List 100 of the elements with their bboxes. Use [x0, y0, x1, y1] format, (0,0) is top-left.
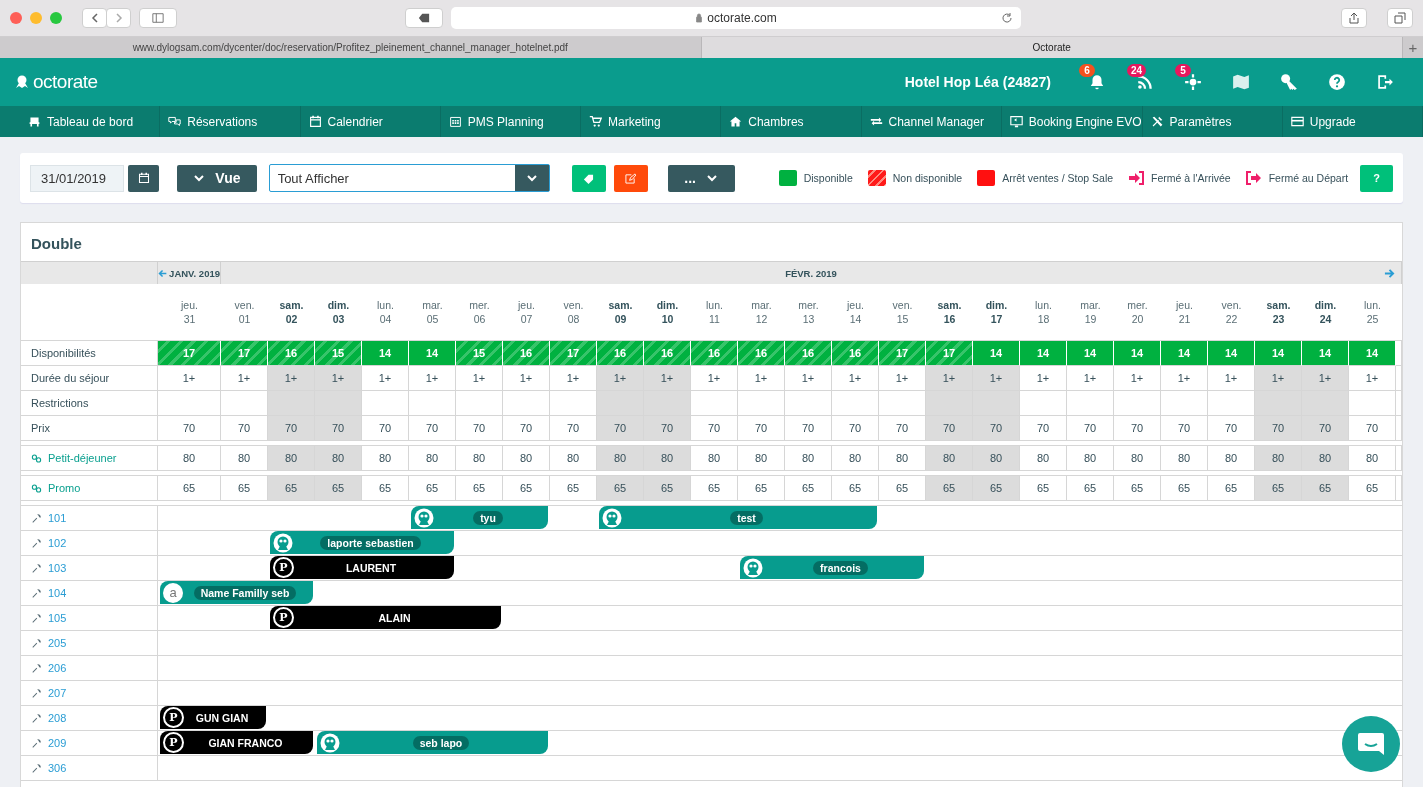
- table-cell[interactable]: 65: [1349, 476, 1396, 501]
- table-cell[interactable]: 65: [315, 476, 362, 501]
- row-label[interactable]: Petit-déjeuner: [48, 452, 117, 464]
- table-cell[interactable]: 80: [362, 446, 409, 471]
- wrench-icon[interactable]: [31, 562, 42, 574]
- table-cell[interactable]: 1+: [973, 366, 1020, 391]
- table-cell[interactable]: 65: [973, 476, 1020, 501]
- table-cell[interactable]: [1161, 391, 1208, 416]
- table-cell[interactable]: [158, 391, 221, 416]
- new-tab-button[interactable]: +: [1403, 37, 1423, 58]
- table-cell[interactable]: 65: [503, 476, 550, 501]
- table-cell[interactable]: 80: [1067, 446, 1114, 471]
- table-cell[interactable]: 80: [1020, 446, 1067, 471]
- nav-item[interactable]: Réservations: [160, 106, 301, 137]
- booking-bar[interactable]: tyu: [411, 506, 548, 529]
- booking-bar[interactable]: test: [599, 506, 877, 529]
- table-cell[interactable]: 70: [1161, 416, 1208, 441]
- reload-icon[interactable]: [1001, 12, 1013, 24]
- booking-bar[interactable]: P ALAIN: [270, 606, 501, 629]
- table-cell[interactable]: 80: [926, 446, 973, 471]
- table-cell[interactable]: 80: [503, 446, 550, 471]
- table-cell[interactable]: 70: [1349, 416, 1396, 441]
- table-cell[interactable]: 80: [691, 446, 738, 471]
- previous-arrow-icon[interactable]: [158, 267, 168, 279]
- key-icon[interactable]: [1280, 73, 1298, 91]
- logout-icon[interactable]: [1376, 73, 1394, 91]
- share-button[interactable]: [1341, 8, 1367, 28]
- table-cell[interactable]: 80: [644, 446, 691, 471]
- table-cell[interactable]: [597, 391, 644, 416]
- table-cell[interactable]: 1+: [1255, 366, 1302, 391]
- nav-item[interactable]: Chambres: [721, 106, 862, 137]
- bell-icon[interactable]: [1088, 73, 1106, 91]
- table-cell[interactable]: [1114, 391, 1161, 416]
- tag-button[interactable]: [405, 8, 443, 28]
- table-cell[interactable]: 70: [1067, 416, 1114, 441]
- table-cell[interactable]: 1+: [362, 366, 409, 391]
- table-cell[interactable]: 70: [691, 416, 738, 441]
- wrench-icon[interactable]: [31, 512, 42, 524]
- table-cell[interactable]: 65: [1161, 476, 1208, 501]
- table-cell[interactable]: [362, 391, 409, 416]
- table-cell[interactable]: 70: [1114, 416, 1161, 441]
- table-cell[interactable]: 70: [1020, 416, 1067, 441]
- minimize-window-button[interactable]: [30, 12, 42, 24]
- table-cell[interactable]: 65: [1255, 476, 1302, 501]
- nav-item[interactable]: Channel Manager: [861, 106, 1002, 137]
- table-cell[interactable]: 70: [1302, 416, 1349, 441]
- table-cell[interactable]: 80: [1349, 446, 1396, 471]
- table-cell[interactable]: 1+: [1067, 366, 1114, 391]
- zoom-window-button[interactable]: [50, 12, 62, 24]
- table-cell[interactable]: 80: [409, 446, 456, 471]
- table-cell[interactable]: 65: [785, 476, 832, 501]
- table-cell[interactable]: 80: [1114, 446, 1161, 471]
- table-cell[interactable]: 70: [832, 416, 879, 441]
- table-cell[interactable]: 70: [409, 416, 456, 441]
- table-cell[interactable]: [1302, 391, 1349, 416]
- table-cell[interactable]: 80: [1255, 446, 1302, 471]
- booking-bar[interactable]: laporte sebastien: [270, 531, 454, 554]
- table-cell[interactable]: [409, 391, 456, 416]
- table-cell[interactable]: 65: [1067, 476, 1114, 501]
- table-cell[interactable]: 80: [973, 446, 1020, 471]
- table-cell[interactable]: 1+: [456, 366, 503, 391]
- more-button[interactable]: ...: [667, 164, 735, 192]
- table-cell[interactable]: [973, 391, 1020, 416]
- filter-select[interactable]: Tout Afficher: [268, 164, 550, 192]
- table-cell[interactable]: 65: [1114, 476, 1161, 501]
- nav-item[interactable]: Booking Engine EVO: [1001, 106, 1143, 137]
- table-cell[interactable]: [1349, 391, 1396, 416]
- nav-item[interactable]: Tableau de bord: [20, 106, 161, 137]
- table-cell[interactable]: 80: [832, 446, 879, 471]
- table-cell[interactable]: 80: [785, 446, 832, 471]
- table-cell[interactable]: 70: [926, 416, 973, 441]
- wrench-icon[interactable]: [31, 537, 42, 549]
- map-icon[interactable]: [1232, 73, 1250, 91]
- edit-button[interactable]: [613, 164, 648, 192]
- nav-item[interactable]: Paramètres: [1142, 106, 1283, 137]
- crosshair-icon[interactable]: [1184, 73, 1202, 91]
- nav-item[interactable]: Upgrade: [1282, 106, 1423, 137]
- app-logo[interactable]: octorate: [33, 71, 98, 93]
- table-cell[interactable]: 1+: [926, 366, 973, 391]
- table-cell[interactable]: 70: [503, 416, 550, 441]
- tabs-overview-button[interactable]: [1387, 8, 1413, 28]
- booking-bar[interactable]: P GIAN FRANCO: [160, 731, 313, 754]
- table-cell[interactable]: 70: [644, 416, 691, 441]
- view-button[interactable]: Vue: [177, 164, 257, 192]
- booking-bar[interactable]: a Name Familly seb: [160, 581, 313, 604]
- table-cell[interactable]: 1+: [832, 366, 879, 391]
- table-cell[interactable]: 80: [315, 446, 362, 471]
- table-cell[interactable]: 65: [158, 476, 221, 501]
- table-cell[interactable]: 70: [973, 416, 1020, 441]
- table-cell[interactable]: 1+: [503, 366, 550, 391]
- table-cell[interactable]: 1+: [738, 366, 785, 391]
- booking-bar[interactable]: francois: [740, 556, 924, 579]
- table-cell[interactable]: 1+: [1020, 366, 1067, 391]
- table-cell[interactable]: 70: [362, 416, 409, 441]
- table-cell[interactable]: [738, 391, 785, 416]
- table-cell[interactable]: 1+: [691, 366, 738, 391]
- table-cell[interactable]: 80: [158, 446, 221, 471]
- table-cell[interactable]: 70: [315, 416, 362, 441]
- table-cell[interactable]: [832, 391, 879, 416]
- table-cell[interactable]: 1+: [409, 366, 456, 391]
